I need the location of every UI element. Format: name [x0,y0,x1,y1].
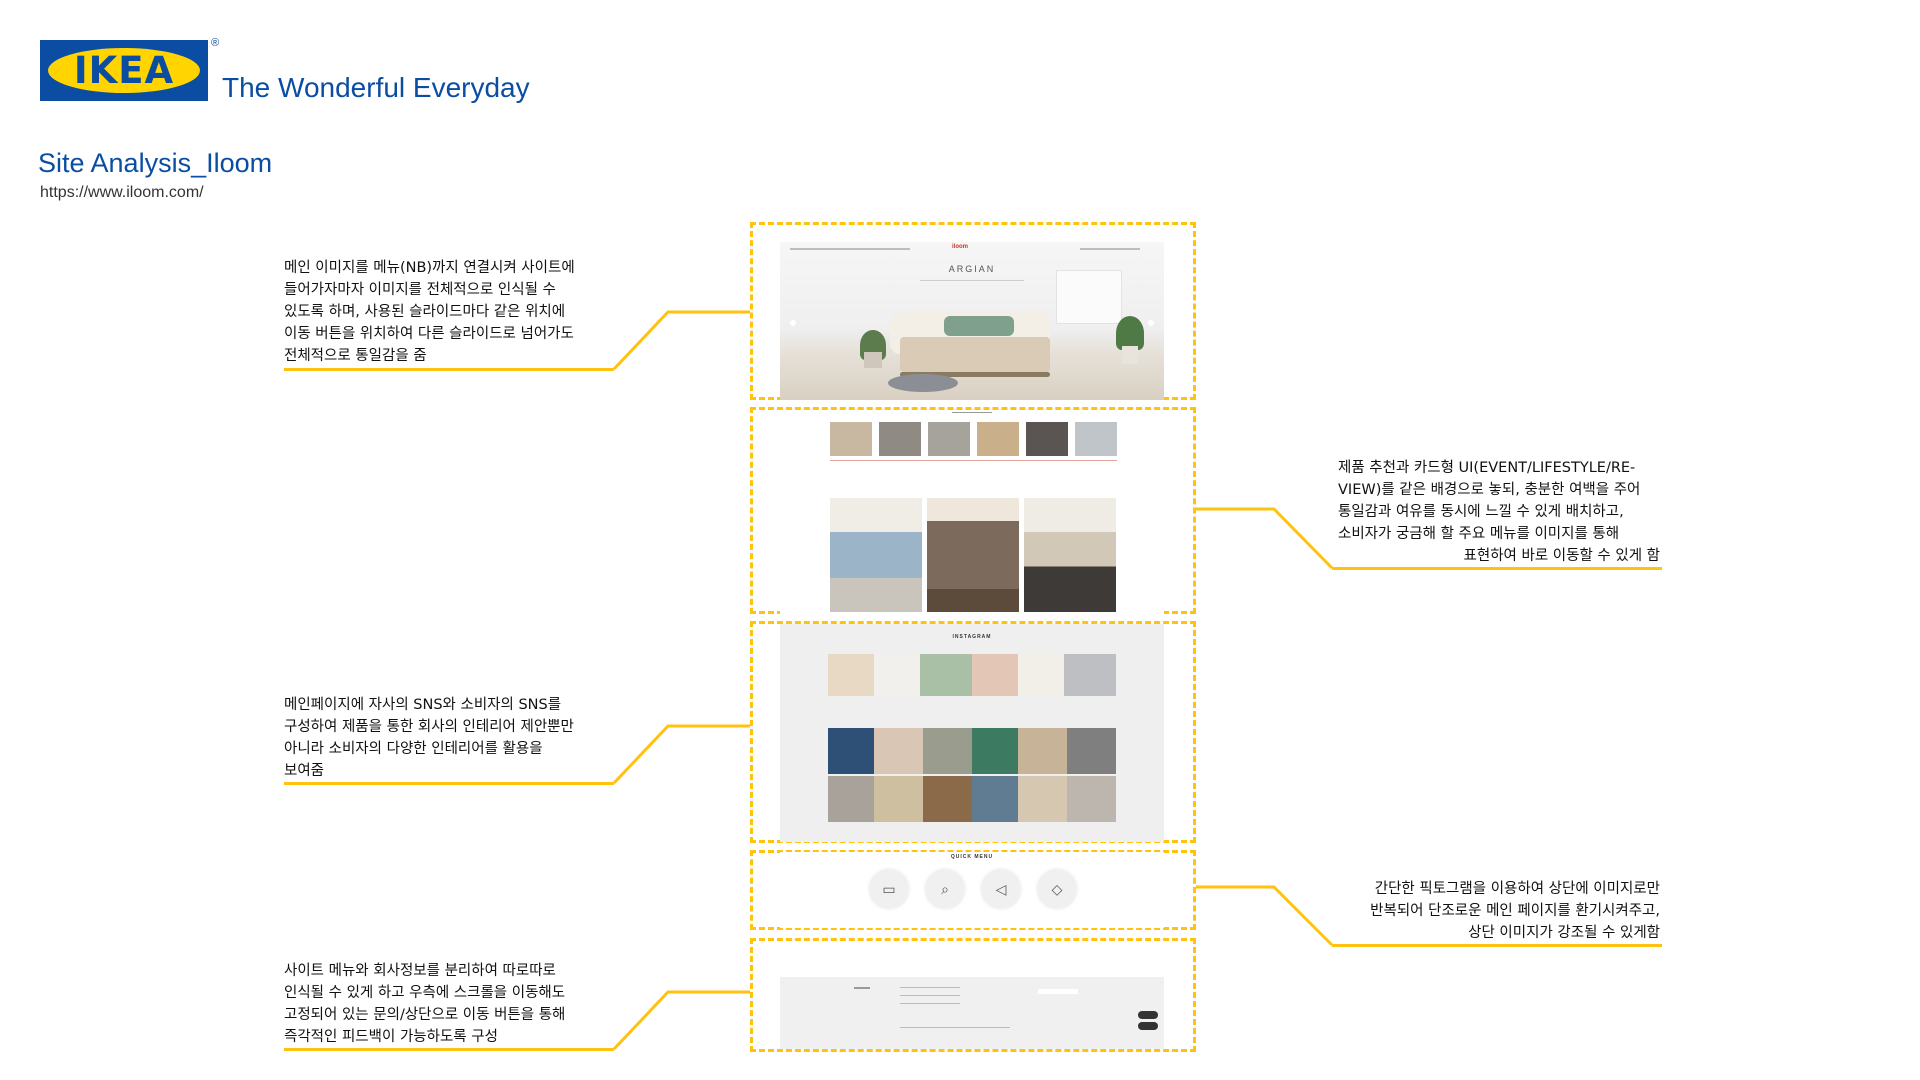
annotation-products-underline [1332,567,1662,570]
instagram-title: INSTAGRAM [952,634,992,640]
annotation-instagram: 메인페이지에 자사의 SNS와 소비자의 SNS를 구성하여 제품을 통한 회사… [284,697,574,779]
annotation-hero-underline [284,368,614,371]
annotation-quickmenu: 간단한 픽토그램을 이용하여 상단에 이미지로만 반복되어 단조로운 메인 페이… [1370,881,1660,941]
footer-screenshot [780,977,1164,1049]
next-slide-button[interactable] [1148,320,1154,326]
registered-mark: ® [211,37,220,49]
store-icon[interactable]: ▭ [870,870,908,908]
scroll-top-button[interactable] [1138,1022,1158,1030]
annotation-products: 제품 추천과 카드형 UI(EVENT/LIFESTYLE/RE- VIEW)를… [1338,460,1660,564]
hero-screenshot: iloom ARGIAN [780,242,1164,400]
annotation-quickmenu-underline [1332,944,1662,947]
instagram-screenshot: INSTAGRAM [780,624,1164,842]
page-title: Site Analysis_Iloom [38,148,273,178]
ikea-logo-text: IKEA [73,49,175,92]
inquiry-button[interactable] [1138,1011,1158,1019]
ikea-logo: IKEA [40,40,208,101]
products-screenshot [780,410,1164,614]
annotation-footer-underline [284,1048,614,1051]
tagline: The Wonderful Everyday [222,72,530,103]
search-doc-icon[interactable]: ⌕ [926,870,964,908]
annotation-hero: 메인 이미지를 메뉴(NB)까지 연결시켜 사이트에 들어가자마자 이미지를 전… [284,260,575,364]
annotation-footer: 사이트 메뉴와 회사정보를 분리하여 따로따로 인식될 수 있게 하고 우측에 … [284,963,566,1045]
tag-icon[interactable]: ◇ [1038,870,1076,908]
quickmenu-title: QUICK MENU [950,854,994,860]
prev-slide-button[interactable] [790,320,796,326]
site-url: https://www.iloom.com/ [40,184,204,201]
hero-logo: iloom [952,244,968,250]
quickmenu-screenshot: QUICK MENU ▭ ⌕ ◁ ◇ [780,852,1164,928]
annotation-instagram-underline [284,782,614,785]
speaker-icon[interactable]: ◁ [982,870,1020,908]
